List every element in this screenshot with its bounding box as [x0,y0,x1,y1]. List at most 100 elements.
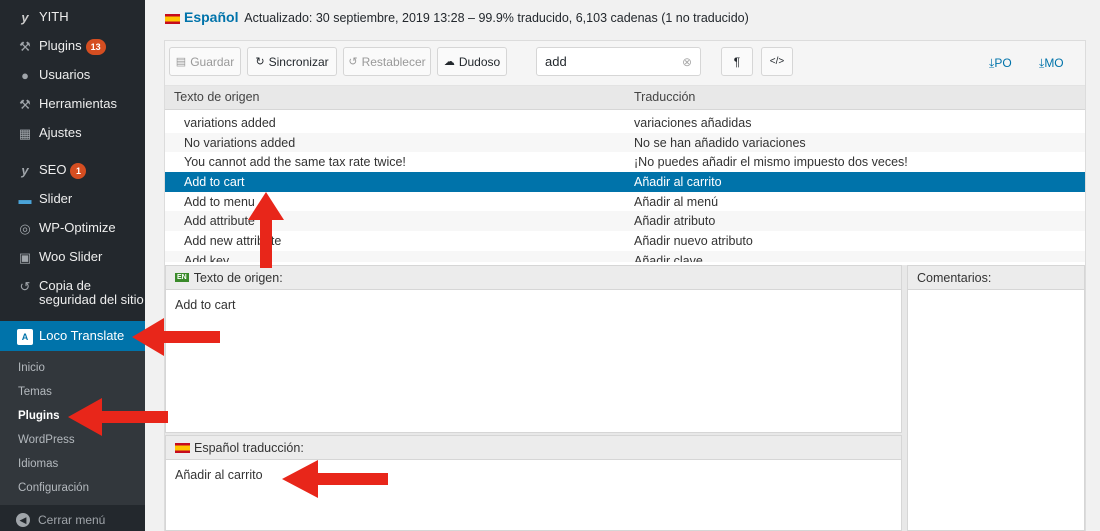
sync-icon: ↻ [255,56,265,68]
code-view-button[interactable]: </> [761,47,793,76]
sidebar-item-seo[interactable]: y SEO 1 [0,155,145,184]
table-row[interactable]: Add key Añadir clave [165,250,1085,262]
backup-icon: ↺ [19,279,31,294]
source-column-header[interactable]: Texto de origen [165,86,625,109]
sync-label: Sincronizar [268,54,329,69]
translation-cell: No se han añadido variaciones [634,135,806,150]
sidebar-item-wp-optimize[interactable]: ◎ WP-Optimize [0,213,145,242]
seo-icon: y [21,163,29,178]
translation-column-header[interactable]: Traducción [625,86,695,109]
sidebar-item-label: Ajustes [39,125,82,140]
sidebar-item-label: Herramientas [39,96,118,111]
clear-search-icon[interactable]: ⊗ [682,55,692,69]
table-row[interactable]: You cannot add the same tax rate twice! ¡… [165,152,1085,172]
sidebar-item-loco-translate[interactable]: A Loco Translate [0,321,145,351]
submenu-item-inicio[interactable]: Inicio [0,357,145,381]
backup-label-line2: seguridad del sitio [39,292,144,307]
sidebar-item-plugins[interactable]: ⚒ Plugins 13 [0,31,145,60]
source-text: Add to cart [175,298,236,312]
plugin-icon: ⚒ [19,39,31,54]
sidebar-item-yith[interactable]: y YITH [0,2,145,31]
backup-label-line1: Copia de [39,278,92,293]
collapse-menu-button[interactable]: ◀ Cerrar menú [0,505,145,527]
revert-icon: ↺ [348,56,358,68]
revert-button[interactable]: ↺ Restablecer [343,47,431,76]
comments-pane: Comentarios: [907,265,1085,531]
save-icon: ▤ [175,56,187,68]
translation-pane-header: Español traducción: [166,436,901,460]
spain-flag-icon [175,442,190,453]
comments-textarea[interactable] [908,290,1084,530]
sync-button[interactable]: ↻ Sincronizar [247,47,337,76]
wrench-icon: ⚒ [19,97,31,112]
pilcrow-icon: ¶ [733,54,741,69]
sidebar-item-users[interactable]: ● Usuarios [0,60,145,89]
submenu-item-idiomas[interactable]: Idiomas [0,453,145,477]
save-button[interactable]: ▤ Guardar [169,47,241,76]
collapse-arrow-icon: ◀ [16,513,30,527]
table-row[interactable]: Add attribute Añadir atributo [165,211,1085,232]
sidebar-item-label: YITH [39,9,69,24]
invisibles-button[interactable]: ¶ [721,47,753,76]
cloud-icon: ☁ [443,56,455,68]
sidebar-item-label: Usuarios [39,67,91,82]
submenu-item-configuracion[interactable]: Configuración [0,477,145,501]
main-content: Español Actualizado: 30 septiembre, 2019… [145,0,1100,531]
settings-icon: ▦ [18,126,32,141]
spain-flag-icon [165,13,180,24]
search-value: add [545,54,567,69]
source-cell: No variations added [184,135,296,150]
table-row[interactable]: variations added variaciones añadidas [165,113,1085,133]
translation-pane-title: Español traducción: [194,440,304,455]
code-icon: </> [769,56,785,67]
collapse-menu-label: Cerrar menú [38,513,106,527]
translation-cell: Añadir nuevo atributo [634,234,753,249]
source-cell: Add to cart [184,175,245,190]
sidebar-item-label: SEO [39,162,67,177]
table-header: Texto de origen Traducción [165,86,1085,110]
source-pane-title: Texto de origen: [193,270,283,285]
sidebar-item-settings[interactable]: ▦ Ajustes [0,118,145,147]
sidebar-item-tools[interactable]: ⚒ Herramientas [0,89,145,118]
download-mo-link[interactable]: ⤓MO [1039,56,1064,71]
po-label: PO [994,56,1012,70]
admin-sidebar: y YITH ⚒ Plugins 13 ● Usuarios ⚒ Herrami… [0,0,145,531]
sidebar-item-label: Copia de seguridad del sitio [39,279,144,307]
language-title[interactable]: Español [184,9,238,25]
source-cell: Add new attribute [184,234,282,249]
source-cell: Add key [184,253,230,262]
source-cell: Add attribute [184,214,255,229]
fuzzy-button[interactable]: ☁ Dudoso [437,47,507,76]
table-row[interactable]: Add new attribute Añadir nuevo atributo [165,231,1085,251]
translation-cell: ¡No puedes añadir el mismo impuesto dos … [634,155,908,170]
translation-cell: Añadir al menú [634,194,719,209]
mo-label: MO [1044,56,1064,70]
loco-translate-icon: A [17,329,33,345]
table-row[interactable]: Add to menu Añadir al menú [165,192,1085,212]
sidebar-item-label: Slider [39,191,73,206]
comments-pane-title: Comentarios: [908,266,1084,290]
yith-icon: y [21,10,29,25]
woo-slider-icon: ▣ [18,250,32,265]
translation-cell: Añadir atributo [634,214,716,229]
sidebar-item-label: WP-Optimize [39,220,116,235]
source-text-pane: EN Texto de origen: Add to cart [165,265,902,433]
optimize-icon: ◎ [19,221,31,236]
table-row[interactable]: No variations added No se han añadido var… [165,132,1085,153]
table-row-selected[interactable]: Add to cart Añadir al carrito [165,172,1085,192]
download-po-link[interactable]: ⤓PO [989,56,1012,71]
search-input[interactable]: add ⊗ [536,47,701,76]
annotation-arrow-left-loco [132,318,220,356]
source-cell: variations added [184,116,276,130]
seo-notification-badge: 1 [70,163,87,179]
sidebar-item-label: Woo Slider [39,249,103,264]
translation-status: Actualizado: 30 septiembre, 2019 13:28 –… [244,11,749,25]
sidebar-item-slider[interactable]: ▬ Slider [0,184,145,213]
translation-textarea[interactable]: Añadir al carrito [166,460,901,490]
save-label: Guardar [190,54,235,69]
sidebar-item-backup[interactable]: ↺ Copia de seguridad del sitio [0,271,145,317]
english-flag-icon: EN [175,273,189,282]
revert-label: Restablecer [361,54,426,69]
sidebar-item-woo-slider[interactable]: ▣ Woo Slider [0,242,145,271]
translation-cell: variaciones añadidas [634,116,752,130]
